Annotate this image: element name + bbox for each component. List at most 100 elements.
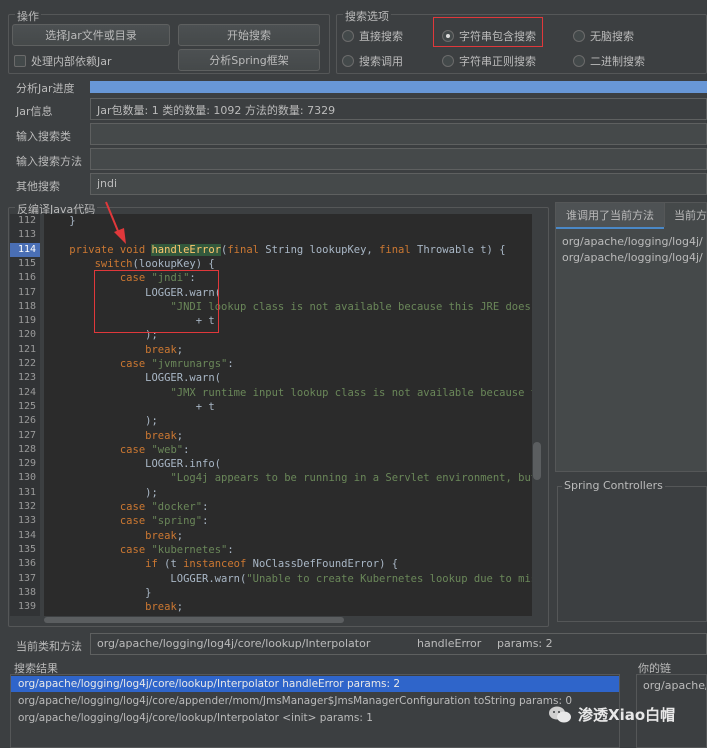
line-number: 135	[17, 543, 36, 555]
line-number: 133	[17, 515, 36, 527]
line-number: 116	[17, 272, 36, 284]
progress-bar	[90, 81, 707, 93]
caller-item[interactable]: org/apache/logging/log4j/	[562, 235, 703, 248]
code-vertical-scrollbar[interactable]	[532, 214, 542, 616]
line-number: 137	[17, 572, 36, 584]
code-line: break;	[145, 429, 184, 442]
radio-direct-search[interactable]: 直接搜索	[342, 28, 403, 44]
search-class-input[interactable]	[90, 123, 707, 145]
code-line: );	[44, 486, 158, 499]
inner-jar-label: 处理内部依赖Jar	[31, 55, 112, 68]
chain-item[interactable]: org/apache/	[643, 679, 706, 692]
search-class-label: 输入搜索类	[16, 130, 71, 143]
radio-label: 直接搜索	[359, 30, 403, 43]
code-line: LOGGER.warn(	[44, 372, 222, 385]
line-number: 118	[17, 300, 36, 312]
scroll-thumb[interactable]	[533, 442, 541, 480]
line-number: 136	[17, 558, 36, 570]
code-line: case "jvmrunargs":	[119, 358, 234, 370]
code-line: case "docker":	[119, 501, 209, 513]
line-number: 114	[10, 242, 40, 257]
line-number: 128	[17, 443, 36, 455]
code-line: break;	[145, 529, 184, 542]
radio-circle[interactable]	[342, 30, 354, 42]
code-horizontal-scrollbar[interactable]	[44, 616, 532, 624]
inner-jar-checkbox[interactable]: 处理内部依赖Jar	[14, 53, 112, 69]
radio-label: 无脑搜索	[590, 30, 634, 43]
line-number: 112	[17, 215, 36, 226]
other-search-label: 其他搜索	[16, 180, 60, 193]
code-line: LOGGER.info(	[44, 458, 222, 471]
line-number: 125	[17, 400, 36, 412]
code-line: + t	[44, 400, 215, 413]
code-line: );	[44, 415, 158, 428]
spring-controllers-title: Spring Controllers	[562, 479, 665, 492]
current-class-method-field: org/apache/logging/log4j/core/lookup/Int…	[90, 633, 707, 655]
line-number: 139	[17, 601, 36, 613]
line-gutter: 112 113 114 115 116 117 118 119 120 121 …	[10, 214, 40, 616]
line-number: 122	[17, 358, 36, 369]
code-line: }	[44, 586, 152, 599]
other-search-input[interactable]: jndi	[90, 173, 707, 195]
line-number: 117	[17, 286, 36, 298]
line-number: 127	[17, 429, 36, 441]
annotation-arrow-icon	[105, 201, 126, 244]
code-line: "Log4j appears to be running in a Servle…	[170, 472, 532, 485]
checkbox-box[interactable]	[14, 55, 26, 67]
annotation-box-selected-option	[433, 17, 543, 47]
hscroll-thumb[interactable]	[44, 617, 344, 623]
line-number: 134	[17, 529, 36, 541]
start-search-button[interactable]: 开始搜索	[178, 24, 320, 46]
line-number: 121	[17, 343, 36, 355]
radio-label: 字符串正则搜索	[459, 55, 536, 68]
radio-circle[interactable]	[442, 55, 454, 67]
tab-callers[interactable]: 谁调用了当前方法	[556, 203, 665, 227]
select-jar-button[interactable]: 选择Jar文件或目录	[12, 24, 170, 46]
radio-brainless-search[interactable]: 无脑搜索	[573, 28, 634, 44]
line-number: 138	[17, 586, 36, 598]
watermark-text: 渗透Xiao白帽	[578, 706, 676, 724]
result-row[interactable]: org/apache/logging/log4j/core/lookup/Int…	[10, 710, 373, 726]
result-row[interactable]: org/apache/logging/log4j/core/appender/m…	[10, 693, 572, 709]
operations-title: 操作	[15, 8, 41, 24]
current-class: org/apache/logging/log4j/core/lookup/Int…	[97, 637, 371, 650]
code-line: break;	[145, 601, 184, 614]
line-number: 119	[17, 315, 36, 327]
search-method-input[interactable]	[90, 148, 707, 170]
tab-callees[interactable]: 当前方	[664, 203, 707, 227]
code-line: case "spring":	[119, 515, 209, 528]
line-number: 120	[17, 329, 36, 341]
code-line: }	[44, 215, 76, 227]
progress-label: 分析Jar进度	[16, 82, 75, 95]
line-number: 126	[17, 415, 36, 427]
result-row[interactable]: org/apache/logging/log4j/core/lookup/Int…	[10, 676, 400, 692]
radio-circle[interactable]	[342, 55, 354, 67]
radio-label: 二进制搜索	[590, 55, 645, 68]
code-line: case "web":	[119, 443, 190, 456]
radio-regex-search[interactable]: 字符串正则搜索	[442, 53, 536, 69]
line-number: 113	[17, 229, 36, 241]
caller-item[interactable]: org/apache/logging/log4j/	[562, 251, 703, 264]
line-number: 130	[17, 472, 36, 484]
radio-circle[interactable]	[573, 30, 585, 42]
radio-circle[interactable]	[573, 55, 585, 67]
callers-panel: 谁调用了当前方法 当前方 org/apache/logging/log4j/ o…	[555, 202, 707, 472]
code-line: break;	[145, 343, 184, 356]
annotation-box-jndi-case	[94, 270, 219, 333]
analyze-spring-button[interactable]: 分析Spring框架	[178, 49, 320, 71]
radio-call-search[interactable]: 搜索调用	[342, 53, 403, 69]
spring-controllers-panel: Spring Controllers	[557, 479, 707, 622]
code-line: if (t instanceof NoClassDefFoundError) {	[145, 558, 399, 571]
radio-label: 搜索调用	[359, 55, 403, 68]
wechat-logo-icon	[549, 706, 571, 722]
line-number: 123	[17, 372, 36, 384]
jarinfo-field: Jar包数量: 1 类的数量: 1092 方法的数量: 7329	[90, 98, 707, 120]
code-line: case "kubernetes":	[119, 543, 234, 556]
line-number: 129	[17, 458, 36, 470]
line-number: 132	[17, 501, 36, 512]
code-line: LOGGER.warn("Unable to create Kubernetes…	[44, 572, 532, 585]
current-method: handleError	[417, 637, 482, 650]
radio-binary-search[interactable]: 二进制搜索	[573, 53, 645, 69]
tab-underline	[556, 227, 664, 229]
jarinfo-label: Jar信息	[16, 105, 53, 118]
